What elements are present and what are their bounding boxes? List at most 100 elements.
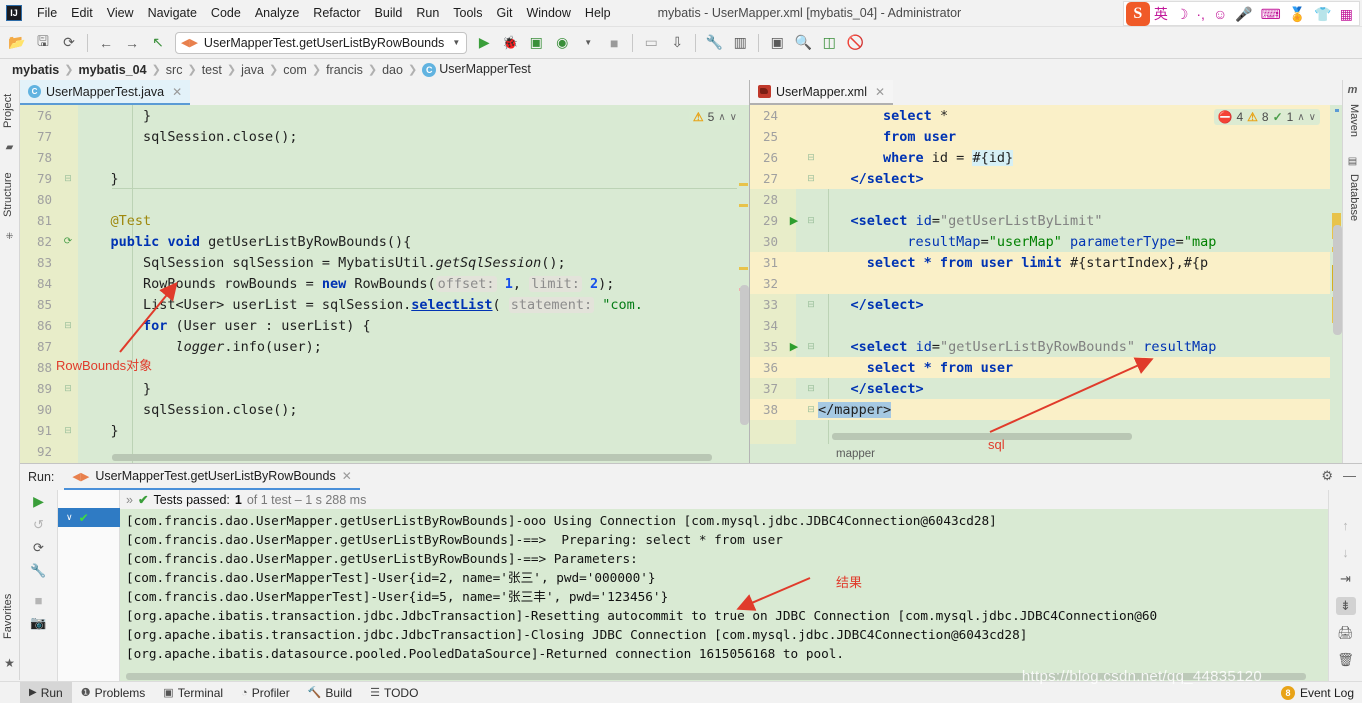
expand-icon[interactable]: » xyxy=(126,493,133,507)
breadcrumb-item-8[interactable]: C UserMapperTest xyxy=(418,62,535,77)
close-icon[interactable]: ✕ xyxy=(875,85,885,99)
code-line[interactable]: 78 xyxy=(20,147,749,168)
menu-edit[interactable]: Edit xyxy=(64,2,100,24)
breadcrumb-item-4[interactable]: java xyxy=(237,63,268,77)
terminal-icon[interactable]: ▣ xyxy=(764,31,790,55)
microphone-icon[interactable]: 🎤 xyxy=(1231,7,1256,21)
breadcrumb-item-7[interactable]: dao xyxy=(378,63,407,77)
gutter-marker[interactable]: ⟳ xyxy=(58,236,78,247)
breadcrumb-item-6[interactable]: francis xyxy=(322,63,367,77)
fold-marker[interactable]: ⊟ xyxy=(804,341,818,352)
rerun-button[interactable]: ▶ xyxy=(28,493,50,510)
fold-marker[interactable]: ⊟ xyxy=(804,173,818,184)
punctuation-icon[interactable]: ·, xyxy=(1192,7,1209,21)
emoji-icon[interactable]: ☺ xyxy=(1209,7,1231,21)
next-error-icon[interactable]: ∨ xyxy=(1309,112,1316,123)
editor-horizontal-scrollbar[interactable] xyxy=(112,454,712,461)
gutter-marker[interactable]: ⊟ xyxy=(58,320,78,331)
statusbar-build[interactable]: 🔨 Build xyxy=(299,682,361,703)
ime-language-icon[interactable]: 英 xyxy=(1150,7,1172,21)
moon-icon[interactable]: ☽ xyxy=(1172,7,1193,21)
console-output[interactable]: » ✔ Tests passed: 1 of 1 test – 1 s 288 … xyxy=(120,490,1328,682)
tool-window-favorites[interactable]: Favorites xyxy=(0,580,19,652)
run-with-coverage-button[interactable]: ▣ xyxy=(523,31,549,55)
tool-window-structure[interactable]: Structure xyxy=(0,159,19,231)
statusbar-profiler[interactable]: ◔ Profiler xyxy=(232,682,299,703)
code-line[interactable]: 89 ⊟ } xyxy=(20,378,749,399)
run-configuration-selector[interactable]: ◀▶ UserMapperTest.getUserListByRowBounds… xyxy=(175,31,468,54)
breadcrumb-item-5[interactable]: com xyxy=(279,63,311,77)
menu-window[interactable]: Window xyxy=(519,2,577,24)
grid-menu-icon[interactable]: ▦ xyxy=(1336,7,1357,21)
xml-horizontal-scrollbar[interactable] xyxy=(832,433,1132,440)
code-line[interactable]: 26 ⊟ where id = #{id} xyxy=(750,147,1342,168)
statusbar-todo[interactable]: ☰ TODO xyxy=(361,682,427,703)
sogou-logo-icon[interactable]: S xyxy=(1125,1,1150,26)
code-line[interactable]: 28 xyxy=(750,189,1342,210)
fold-marker[interactable]: ⊟ xyxy=(804,215,818,226)
navigate-back-icon[interactable]: ← xyxy=(93,31,119,55)
stop-button[interactable]: ■ xyxy=(28,593,50,608)
menu-view[interactable]: View xyxy=(100,2,141,24)
statusbar-run[interactable]: ▶ Run xyxy=(20,681,72,703)
stop-button[interactable]: ■ xyxy=(601,31,627,55)
menu-git[interactable]: Git xyxy=(489,2,519,24)
code-line[interactable]: 79 ⊟ } xyxy=(20,168,749,189)
screenshot-icon[interactable]: 📷 xyxy=(28,615,50,631)
arrow-down-icon[interactable]: ↓ xyxy=(1336,543,1356,561)
gutter-marker[interactable]: ⊟ xyxy=(58,173,78,184)
settings-wrench-icon[interactable]: 🔧 xyxy=(28,563,50,579)
skin-icon[interactable]: 👕 xyxy=(1310,7,1335,21)
device-manager-icon[interactable]: ▭ xyxy=(638,31,664,55)
project-structure-icon[interactable]: ▥ xyxy=(727,31,753,55)
run-button[interactable]: ▶ xyxy=(471,31,497,55)
code-line[interactable]: 25 from user xyxy=(750,126,1342,147)
inspection-widget-xml[interactable]: ⛔ 4 ⚠ 8 ✓ 1 ∧ ∨ xyxy=(1213,109,1320,125)
fold-marker[interactable]: ⊟ xyxy=(804,404,818,415)
navigate-forward-icon[interactable]: → xyxy=(119,31,145,55)
profile-dropdown-icon[interactable]: ▼ xyxy=(575,31,601,55)
statusbar-terminal[interactable]: ▣ Terminal xyxy=(154,682,232,703)
code-line[interactable]: 83 SqlSession sqlSession = MybatisUtil.g… xyxy=(20,252,749,273)
breadcrumb-item-2[interactable]: src xyxy=(162,63,187,77)
code-line[interactable]: 84 RowBounds rowBounds = new RowBounds(o… xyxy=(20,273,749,294)
statusbar-problems[interactable]: ❶ Problems xyxy=(72,682,155,703)
code-line[interactable]: 36 select * from user xyxy=(750,357,1342,378)
rerun-failed-tests-button[interactable]: ↺ xyxy=(28,517,50,533)
save-icon[interactable]: 🖫 xyxy=(30,31,56,55)
scroll-to-end-icon[interactable]: ⇟ xyxy=(1335,597,1356,615)
code-line[interactable]: 30 resultMap="userMap" parameterType="ma… xyxy=(750,231,1342,252)
menu-tools[interactable]: Tools xyxy=(446,2,489,24)
toggle-auto-test-button[interactable]: ⟳ xyxy=(28,540,50,556)
run-statement-icon[interactable]: ▶ xyxy=(784,340,804,353)
xml-breadcrumb[interactable]: mapper xyxy=(750,444,1342,463)
menu-code[interactable]: Code xyxy=(204,2,248,24)
tab-usermappertest-java[interactable]: C UserMapperTest.java ✕ xyxy=(20,80,191,105)
minimize-icon[interactable]: — xyxy=(1343,468,1356,484)
menu-analyze[interactable]: Analyze xyxy=(248,2,306,24)
code-line[interactable]: 81 @Test xyxy=(20,210,749,231)
code-line[interactable]: 32 xyxy=(750,273,1342,294)
code-line[interactable]: 82 ⟳ public void getUserListByRowBounds()… xyxy=(20,231,749,252)
prev-error-icon[interactable]: ∧ xyxy=(718,112,725,123)
code-line[interactable]: 33 ⊟ </select> xyxy=(750,294,1342,315)
profile-button[interactable]: ◉ xyxy=(549,31,575,55)
fold-marker[interactable]: ⊟ xyxy=(804,152,818,163)
menu-navigate[interactable]: Navigate xyxy=(141,2,204,24)
editor-vertical-scrollbar[interactable] xyxy=(740,285,749,425)
code-line[interactable]: 27 ⊟ </select> xyxy=(750,168,1342,189)
code-line[interactable]: 87 logger.info(user); xyxy=(20,336,749,357)
close-icon[interactable]: ✕ xyxy=(342,469,352,483)
code-line[interactable]: 37 ⊟ </select> xyxy=(750,378,1342,399)
tab-usermapper-xml[interactable]: UserMapper.xml ✕ xyxy=(750,80,894,105)
update-project-icon[interactable]: ↖ xyxy=(145,31,171,55)
run-tab[interactable]: ◀▶ UserMapperTest.getUserListByRowBounds… xyxy=(64,465,360,490)
code-line[interactable]: 90 sqlSession.close(); xyxy=(20,399,749,420)
tool-window-maven[interactable]: Maven xyxy=(1343,96,1362,146)
menu-build[interactable]: Build xyxy=(368,2,410,24)
close-icon[interactable]: ✕ xyxy=(172,85,182,99)
print-icon[interactable]: 🖨 xyxy=(1336,624,1356,642)
arrow-up-icon[interactable]: ↑ xyxy=(1336,516,1356,534)
fold-marker[interactable]: ⊟ xyxy=(804,383,818,394)
settings-wrench-icon[interactable]: 🔧 xyxy=(701,31,727,55)
